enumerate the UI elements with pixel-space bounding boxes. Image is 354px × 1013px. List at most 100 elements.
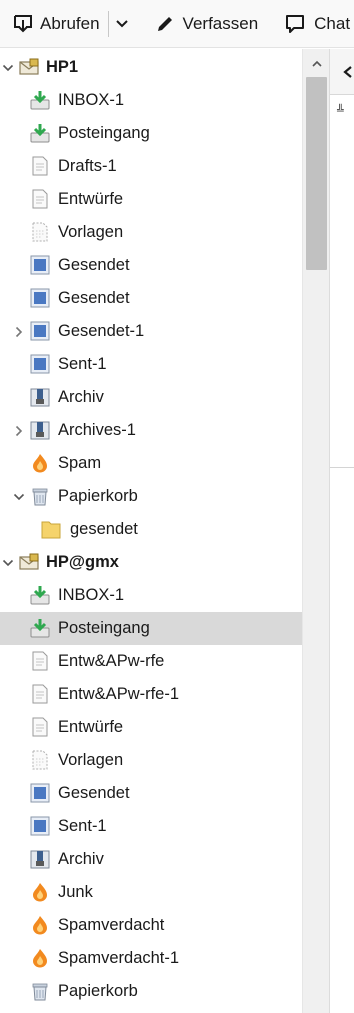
folder-label: Gesendet: [58, 289, 130, 307]
sent-icon: [29, 320, 51, 342]
folder-row[interactable]: INBOX-1: [0, 84, 302, 117]
folder-row[interactable]: Sent-1: [0, 810, 302, 843]
write-button[interactable]: Verfassen: [155, 0, 259, 47]
folder-pane: HP1 INBOX-1 Posteingang Drafts-1 Entwürfe Vor…: [0, 49, 302, 1013]
write-label: Verfassen: [182, 13, 259, 33]
folder-row[interactable]: Spamverdacht-1: [0, 942, 302, 975]
trash-icon: [29, 485, 51, 507]
chevron-left-icon[interactable]: [342, 65, 354, 79]
thread-pane: ╩: [329, 49, 354, 1013]
folder-label: Entwürfe: [58, 190, 124, 208]
download-icon: [14, 14, 32, 32]
folder-label: Gesendet: [58, 256, 130, 274]
chevron-down-icon: [115, 19, 128, 27]
account-row[interactable]: HP1: [0, 51, 302, 84]
folder-row[interactable]: Archiv: [0, 381, 302, 414]
folder-row[interactable]: Papierkorb: [0, 975, 302, 1008]
sent-icon: [29, 782, 51, 804]
drafts-icon: [29, 650, 51, 672]
folder-label: Papierkorb: [58, 487, 138, 505]
get-messages-dropdown[interactable]: [109, 0, 135, 47]
sent-icon: [29, 815, 51, 837]
column-picker-icon[interactable]: ╩: [337, 104, 344, 117]
chat-label: Chat: [314, 13, 351, 33]
scrollbar-thumb[interactable]: [306, 77, 327, 270]
folder-row[interactable]: Vorlagen: [0, 744, 302, 777]
folder-label: Gesendet-1: [58, 322, 145, 340]
archive-icon: [29, 848, 51, 870]
account-name: HP1: [46, 58, 79, 76]
folder-row[interactable]: gesendet: [0, 513, 302, 546]
thread-pane-header: [330, 49, 354, 95]
folder-row[interactable]: Gesendet: [0, 282, 302, 315]
folder-label: Entw&APw-rfe-1: [58, 685, 180, 703]
folder-label: INBOX-1: [58, 91, 125, 109]
folder-row[interactable]: Posteingang: [0, 117, 302, 150]
folder-pane-scrollbar[interactable]: [302, 49, 329, 1013]
folder-icon: [40, 518, 62, 540]
folder-label: Vorlagen: [58, 751, 124, 769]
folder-row[interactable]: Gesendet: [0, 777, 302, 810]
folder-row[interactable]: Entwürfe: [0, 183, 302, 216]
chat-button[interactable]: Chat: [284, 0, 350, 47]
folder-row[interactable]: INBOX-1: [0, 579, 302, 612]
main-toolbar: Abrufen Verfassen Chat: [0, 0, 354, 48]
chevron-up-icon: [311, 60, 322, 67]
folder-row[interactable]: Entw&APw-rfe: [0, 645, 302, 678]
chat-bubble-icon: [286, 14, 305, 33]
folder-label: Gesendet: [58, 784, 130, 802]
folder-label: Vorlagen: [58, 223, 124, 241]
pencil-icon: [157, 16, 172, 31]
account-icon: [18, 56, 40, 78]
get-messages-label: Abrufen: [40, 13, 100, 33]
folder-row[interactable]: Gesendet-1: [0, 315, 302, 348]
folder-label: Junk: [58, 883, 93, 901]
folder-row[interactable]: Sent-1: [0, 348, 302, 381]
archive-icon: [29, 419, 51, 441]
folder-row[interactable]: Posteingang: [0, 612, 302, 645]
archive-icon: [29, 386, 51, 408]
folder-label: gesendet: [70, 520, 138, 538]
templates-icon: [29, 221, 51, 243]
chevron-right-icon[interactable]: [13, 425, 25, 437]
folder-row[interactable]: Entwürfe: [0, 711, 302, 744]
account-icon: [18, 551, 40, 573]
folder-row[interactable]: Vorlagen: [0, 216, 302, 249]
sent-icon: [29, 287, 51, 309]
account-name: HP@gmx: [46, 553, 119, 571]
chevron-down-icon[interactable]: [2, 557, 14, 569]
folder-label: Sent-1: [58, 817, 107, 835]
folder-row[interactable]: Drafts-1: [0, 150, 302, 183]
folder-label: Entw&APw-rfe: [58, 652, 165, 670]
drafts-icon: [29, 716, 51, 738]
trash-icon: [29, 980, 51, 1002]
inbox-icon: [29, 584, 51, 606]
folder-row[interactable]: Archives-1: [0, 414, 302, 447]
get-messages-button[interactable]: Abrufen: [0, 0, 100, 47]
scroll-up-arrow[interactable]: [303, 49, 330, 79]
chevron-down-icon[interactable]: [13, 491, 25, 503]
junk-icon: [29, 914, 51, 936]
account-row[interactable]: HP@gmx: [0, 546, 302, 579]
folder-label: Spam: [58, 454, 102, 472]
folder-row[interactable]: Spam: [0, 447, 302, 480]
folder-label: INBOX-1: [58, 586, 125, 604]
folder-label: Entwürfe: [58, 718, 124, 736]
drafts-icon: [29, 683, 51, 705]
folder-label: Spamverdacht: [58, 916, 165, 934]
chevron-down-icon[interactable]: [2, 62, 14, 74]
folder-label: Posteingang: [58, 619, 150, 637]
pane-splitter[interactable]: [330, 467, 354, 468]
folder-label: Sent-1: [58, 355, 107, 373]
chevron-right-icon[interactable]: [13, 326, 25, 338]
folder-row[interactable]: Papierkorb: [0, 480, 302, 513]
folder-row[interactable]: Junk: [0, 876, 302, 909]
drafts-icon: [29, 188, 51, 210]
folder-label: Posteingang: [58, 124, 150, 142]
folder-label: Archiv: [58, 388, 104, 406]
inbox-icon: [29, 122, 51, 144]
folder-row[interactable]: Gesendet: [0, 249, 302, 282]
folder-row[interactable]: Archiv: [0, 843, 302, 876]
folder-row[interactable]: Spamverdacht: [0, 909, 302, 942]
folder-row[interactable]: Entw&APw-rfe-1: [0, 678, 302, 711]
